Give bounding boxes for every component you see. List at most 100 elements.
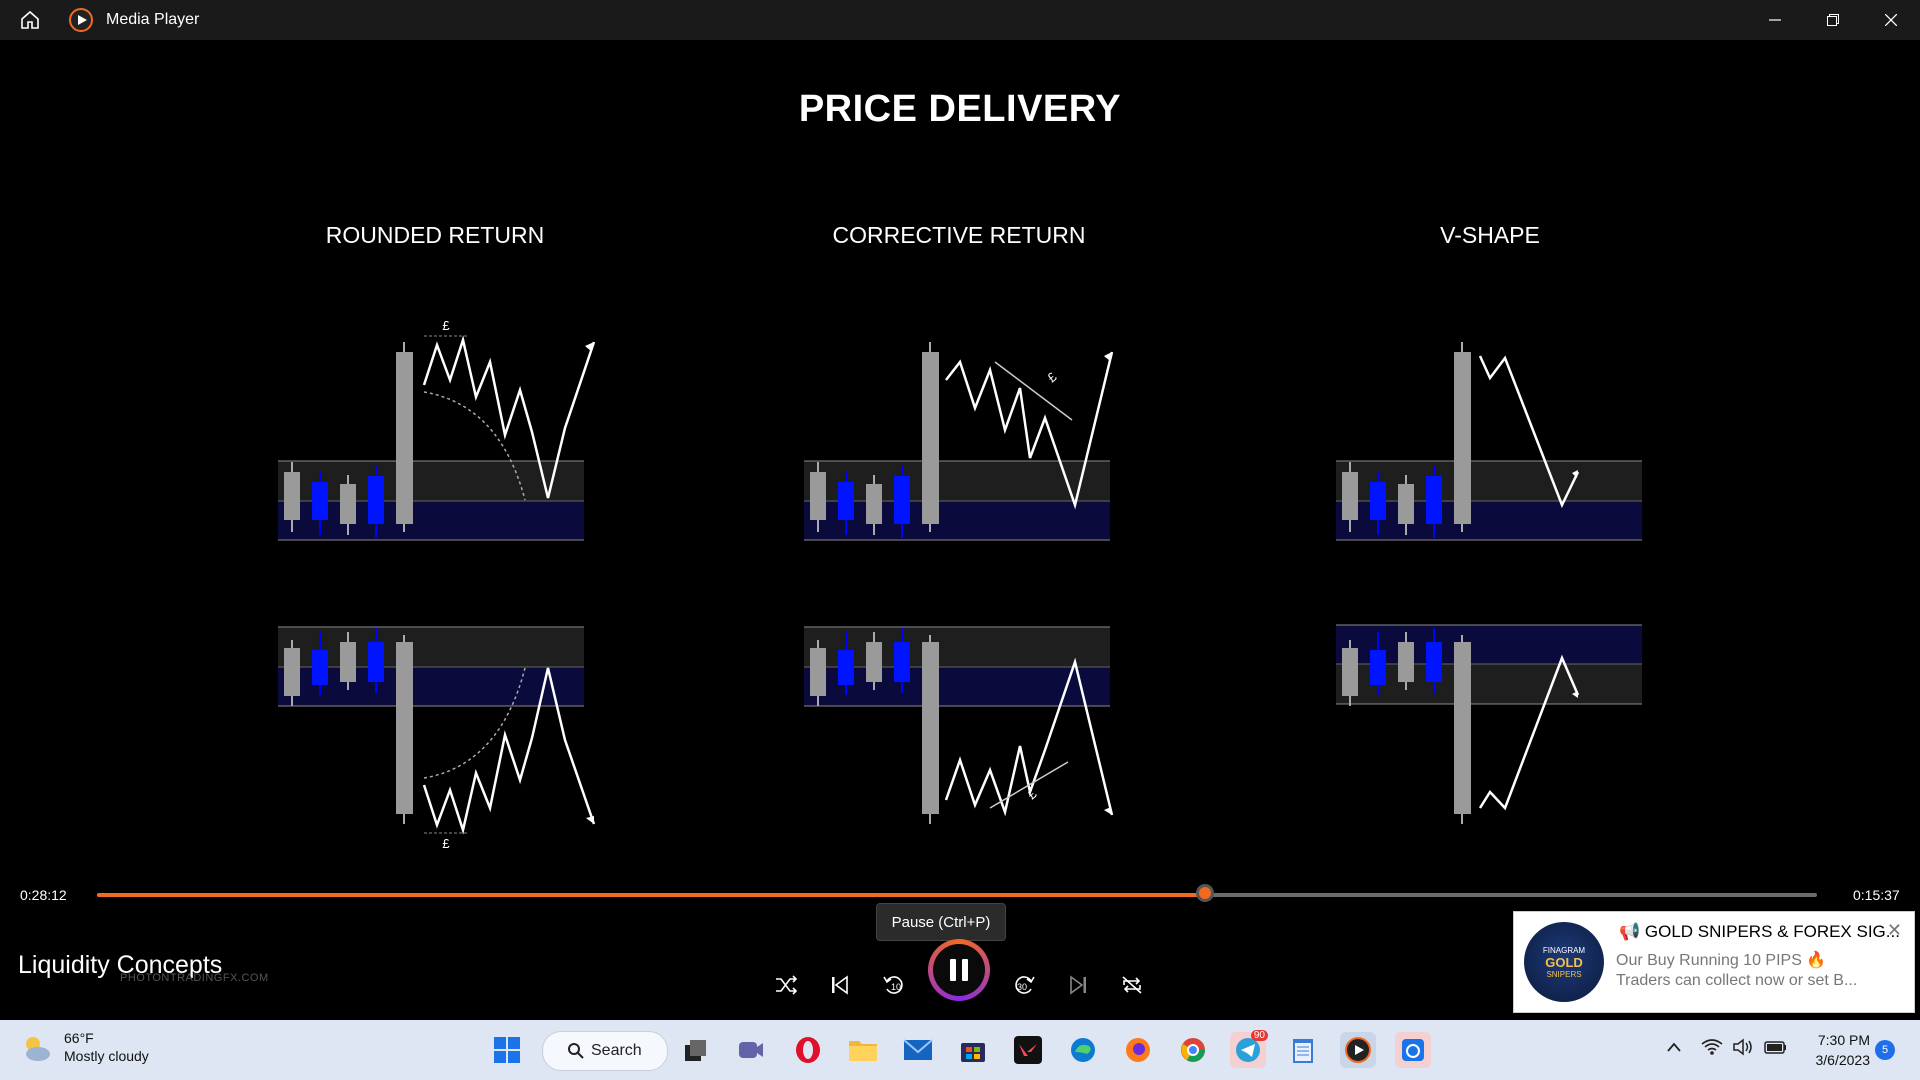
logo-brand-sub: SNIPERS [1546,969,1582,979]
seek-thumb[interactable] [1195,884,1214,902]
notification-close-icon[interactable]: ✕ [1887,920,1902,941]
clock-date: 3/6/2023 [1815,1052,1871,1068]
clock[interactable]: 7:30 PM 3/6/2023 [1790,1032,1871,1068]
snipping-icon [1402,1039,1424,1061]
next-button[interactable] [1058,965,1098,1005]
price-delivery-diagram: £ £ £ £ [278,318,1642,851]
next-icon [1070,975,1086,995]
windows-icon [494,1037,520,1063]
microsoft-store-button[interactable] [955,1032,991,1068]
minimize-button[interactable] [1746,0,1804,40]
notepad-button[interactable] [1285,1032,1321,1068]
valorant-icon [1014,1036,1042,1064]
home-icon [21,10,39,29]
forward-30-icon: 30 [1015,976,1035,994]
v-shape-bullish [1336,342,1642,541]
notification-line-1: Our Buy Running 10 PIPS 🔥 [1616,952,1827,969]
corrective-return-bullish: £ [804,342,1114,541]
battery-status[interactable] [1764,1038,1788,1061]
wifi-status[interactable] [1701,1038,1723,1061]
edge-button[interactable] [1065,1032,1101,1068]
pause-icon [950,959,968,981]
seek-bar-progress [97,893,1205,897]
teams-chat-button[interactable] [733,1032,769,1068]
search-icon [568,1043,584,1059]
battery-icon [1764,1041,1786,1054]
task-view-button[interactable] [678,1032,714,1068]
folder-icon [849,1041,877,1061]
forward-30-button[interactable]: 30 [1004,965,1044,1005]
notification-title: 📢 GOLD SNIPERS & FOREX SIG... [1619,922,1900,941]
previous-button[interactable] [820,965,860,1005]
weather-description: Mostly cloudy [64,1048,149,1064]
repeat-button[interactable] [1112,965,1152,1005]
rewind-10-button[interactable]: 10 [874,965,914,1005]
svg-text:£: £ [442,836,450,851]
pause-tooltip: Pause (Ctrl+P) [876,903,1006,941]
media-player-taskbar-button[interactable] [1340,1032,1376,1068]
elapsed-time: 0:28:12 [20,887,67,903]
media-player-icon [1345,1037,1371,1063]
clock-time: 7:30 PM [1817,1032,1870,1048]
start-button[interactable] [489,1032,525,1068]
mail-button[interactable] [900,1032,936,1068]
restore-button[interactable] [1804,0,1862,40]
notepad-icon [1293,1039,1313,1063]
taskbar-search[interactable]: Search [542,1031,668,1071]
media-player-app-icon [69,8,93,32]
opera-button[interactable] [790,1032,826,1068]
mail-icon [903,1039,933,1060]
chevron-up-icon [1667,1042,1681,1052]
v-shape-bearish [1336,624,1642,824]
search-label: Search [591,1042,642,1059]
repeat-icon [1122,976,1142,994]
close-icon [1885,14,1897,26]
chrome-button[interactable] [1175,1032,1211,1068]
close-button[interactable] [1862,0,1920,40]
firefox-icon [1126,1038,1150,1062]
task-view-icon [685,1040,706,1061]
corrective-return-bearish: £ [804,626,1114,824]
taskbar: 66°F Mostly cloudy Search 90 7:30 PM 3/6… [0,1020,1920,1080]
volume-status[interactable] [1732,1038,1754,1061]
minimize-icon [1769,19,1781,21]
restore-icon [1827,14,1839,26]
previous-icon [832,975,848,995]
title-bar: Media Player [0,0,1920,40]
video-frame[interactable]: PRICE DELIVERY ROUNDED RETURN CORRECTIVE… [0,40,1920,875]
home-button[interactable] [0,0,60,40]
rounded-return-bullish: £ [278,318,596,541]
pause-button[interactable] [928,939,990,1001]
opera-icon [796,1037,820,1063]
cloudy-weather-icon [26,1037,50,1061]
file-explorer-button[interactable] [845,1032,881,1068]
logo-brand-main: GOLD [1545,954,1583,970]
chrome-icon [1181,1038,1205,1062]
notification-toast[interactable]: FINAGRAM GOLD SNIPERS 📢 GOLD SNIPERS & F… [1513,911,1915,1013]
svg-text:30: 30 [1017,982,1027,992]
valorant-button[interactable] [1010,1032,1046,1068]
app-title: Media Player [106,11,200,28]
store-icon [961,1043,985,1062]
seek-bar[interactable] [97,893,1817,897]
rewind-10-icon: 10 [883,976,903,994]
edge-icon [1071,1038,1095,1062]
rounded-return-bearish: £ [278,626,596,851]
telegram-badge: 90 [1250,1030,1268,1041]
snip-tool-button[interactable] [1395,1032,1431,1068]
chat-icon [739,1042,763,1058]
telegram-button[interactable]: 90 [1230,1030,1268,1068]
show-hidden-icons-button[interactable] [1666,1040,1682,1058]
shuffle-button[interactable] [766,965,806,1005]
remaining-time: 0:15:37 [1853,887,1900,903]
logo-brand-top: FINAGRAM [1542,945,1586,955]
gold-snipers-logo: FINAGRAM GOLD SNIPERS [1524,922,1604,1002]
notification-center-badge[interactable]: 5 [1875,1040,1895,1060]
currency-mark: £ [442,318,450,333]
notification-line-2: Traders can collect now or set B... [1616,972,1858,989]
watermark-text: PHOTONTRADINGFX.COM [120,972,269,984]
svg-text:£: £ [1044,369,1060,386]
pause-button-inner [933,944,985,996]
shuffle-icon [776,975,798,995]
firefox-button[interactable] [1120,1032,1156,1068]
